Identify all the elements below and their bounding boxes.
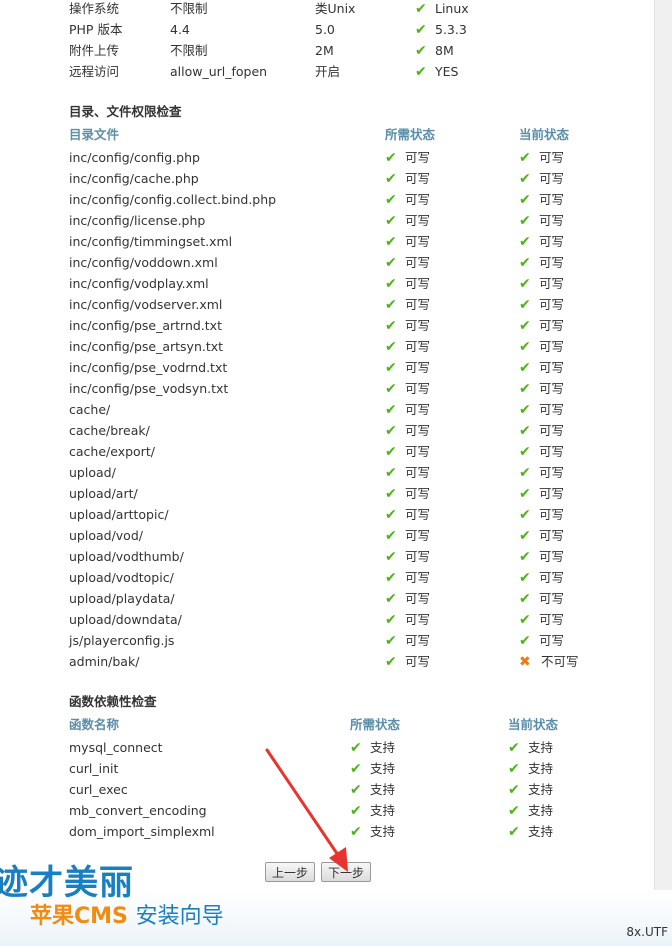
annotation-arrow-icon xyxy=(265,748,348,872)
